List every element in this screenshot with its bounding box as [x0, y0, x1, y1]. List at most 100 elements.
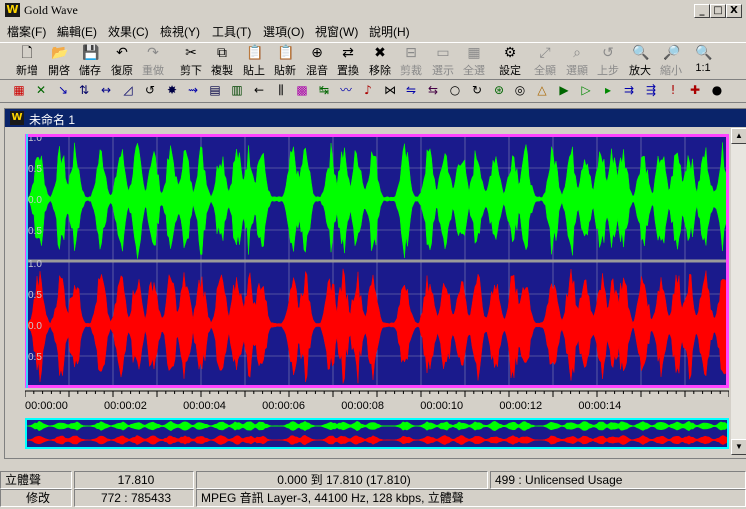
waveform-canvas[interactable]: 1.00.50.00.51.00.50.00.5 — [24, 133, 729, 388]
replace-icon: ⇄ — [342, 45, 354, 61]
toolbar-button-settings[interactable]: ⚙ 設定 — [493, 45, 527, 78]
toolbar-button-delete[interactable]: ✖ 移除 — [363, 45, 397, 78]
effects-toolbar: ▦ ✕ ↘ ⇅ ↔ ◿ ↺ ✸ ⇝ ▤ ▥ ← ⫼ ▩ ↹ 〰 ♪ ⋈ ⇋ ⇆ ○ ↻ ⊛ ◎ △ ▶ ▷ ▸ ⇉ ⇶! ✚ ● — [0, 78, 746, 103]
menu-view[interactable]: 檢視(Y) — [160, 23, 200, 40]
flanger-icon[interactable]: 〰 — [337, 81, 355, 99]
main-toolbar: 🗋 新增 📂 開啓 💾 儲存 ↶ 復原 ↷ 重做 ✂ 剪下 ⧉ 複製 📋 貼上 📋 貼新 ⊕ 混音 ⇄ 置換 ✖ 移除 ⊟ 剪裁 ▭… — [0, 42, 746, 80]
dynamics-icon[interactable]: ⇶ — [642, 81, 660, 99]
scroll-down-arrow-icon[interactable]: ▼ — [731, 439, 746, 455]
amplitude-tick-label: 0.0 — [28, 195, 42, 206]
minimize-button[interactable]: _ — [694, 4, 710, 18]
status-selection: 0.000 到 17.810 (17.810) — [196, 471, 488, 489]
overview-bar[interactable] — [24, 418, 730, 449]
toolbar-button-replace[interactable]: ⇄ 置換 — [331, 45, 365, 78]
toolbar-button-zoom-in[interactable]: 🔍 放大 — [623, 45, 657, 78]
toolbar-button-save[interactable]: 💾 儲存 — [73, 45, 107, 78]
menu-help[interactable]: 說明(H) — [369, 23, 410, 40]
toolbar-button-new-file[interactable]: 🗋 新增 — [10, 45, 44, 78]
scroll-up-arrow-icon[interactable]: ▲ — [731, 128, 746, 144]
toolbar-button-zoom-1-1[interactable]: 🔍 1:1 — [686, 45, 720, 77]
toolbar-button-undo[interactable]: ↶ 復原 — [105, 45, 139, 78]
noise-icon[interactable]: ▩ — [293, 81, 311, 99]
toolbar-button-mix[interactable]: ⊕ 混音 — [300, 45, 334, 78]
toolbar-button-label: 全顯 — [534, 65, 556, 77]
time-ruler: 00:00:00 00:00:02 00:00:04 00:00:06 00:00:08… — [24, 390, 730, 414]
offset-icon[interactable]: ↹ — [315, 81, 333, 99]
toolbar-button-label: 復原 — [111, 65, 133, 77]
reverse-icon[interactable]: ⇋ — [402, 81, 420, 99]
waveform-display[interactable]: 1.0 0.5 0.0 0.5 1.0 0.5 0.0 0.5 — [24, 133, 729, 388]
zoom-all-icon: ⤢ — [539, 45, 551, 61]
toolbar-button-zoom-all[interactable]: ⤢ 全顯 — [528, 45, 562, 78]
toolbar-button-scissors[interactable]: ✂ 剪下 — [174, 45, 208, 78]
spectrum-icon[interactable]: ▥ — [228, 81, 246, 99]
copy-icon: ⧉ — [217, 45, 227, 61]
toolbar-button-select-all[interactable]: ▦ 全選 — [457, 45, 491, 78]
toolbar-button-copy[interactable]: ⧉ 複製 — [205, 45, 239, 78]
silence-icon[interactable]: △ — [533, 81, 551, 99]
shield-icon[interactable]: ● — [708, 81, 726, 99]
toolbar-button-label: 置換 — [337, 65, 359, 77]
invert-icon[interactable]: ◎ — [511, 81, 529, 99]
toolbar-button-zoom-selection[interactable]: ⌕ 選顯 — [560, 45, 594, 78]
document-window: W 未命名 1 1.0 0.5 0.0 0.5 1.0 0.5 0.0 0.5 00:00:0… — [4, 108, 746, 459]
amplitude-tick-label: 1.0 — [28, 259, 42, 270]
menu-tools[interactable]: 工具(T) — [212, 23, 251, 40]
menu-edit[interactable]: 編輯(E) — [57, 23, 97, 40]
marker-icon[interactable]: ○ — [446, 81, 464, 99]
amplitude-tick-label: 0.5 — [28, 290, 42, 301]
mechanize-icon[interactable]: ⋈ — [381, 81, 399, 99]
toolbar-button-label: 選示 — [432, 65, 454, 77]
mute-icon[interactable]: ✕ — [32, 81, 50, 99]
stereo-icon[interactable]: ⇅ — [75, 81, 93, 99]
fade-in-icon[interactable]: ↘ — [54, 81, 72, 99]
insert-silence-icon[interactable]: ⇉ — [620, 81, 638, 99]
equalizer-icon[interactable]: ▤ — [206, 81, 224, 99]
volume-icon[interactable]: ↔ — [97, 81, 115, 99]
menu-bar: 檔案(F) 編輯(E) 效果(C) 檢視(Y) 工具(T) 選項(O) 視窗(W… — [0, 21, 746, 41]
toolbar-button-paste[interactable]: 📋 貼上 — [237, 45, 271, 78]
menu-file[interactable]: 檔案(F) — [7, 23, 46, 40]
zoom-out-icon: 🔎 — [663, 45, 681, 61]
loop-icon[interactable]: ↺ — [141, 81, 159, 99]
fade-icon[interactable]: ◿ — [119, 81, 137, 99]
channel-icon[interactable]: ▦ — [10, 81, 28, 99]
play-icon[interactable]: ▸ — [599, 81, 617, 99]
time-label: 00:00:04 — [183, 400, 226, 412]
resample-icon[interactable]: ⫼ — [272, 81, 290, 99]
toolbar-button-open-folder[interactable]: 📂 開啓 — [42, 45, 76, 78]
toolbar-button-zoom-out[interactable]: 🔎 縮小 — [654, 45, 688, 78]
pitch-icon[interactable]: ♪ — [359, 81, 377, 99]
close-button[interactable]: X — [726, 4, 742, 18]
settings-icon: ⚙ — [503, 45, 517, 61]
alert-icon[interactable]: ! — [664, 81, 682, 99]
status-channels: 立體聲 — [0, 471, 72, 489]
toolbar-button-paste-new[interactable]: 📋 貼新 — [268, 45, 302, 78]
menu-window[interactable]: 視窗(W) — [315, 23, 358, 40]
toolbar-button-redo[interactable]: ↷ 重做 — [136, 45, 170, 78]
playback-rate-icon[interactable]: ▶ — [555, 81, 573, 99]
redo-icon: ↷ — [147, 45, 159, 61]
status-state: 修改 — [0, 489, 72, 507]
select-view-icon: ▭ — [436, 45, 450, 61]
new-file-icon: 🗋 — [21, 45, 33, 61]
maximize-button[interactable]: □ — [710, 4, 726, 18]
toolbar-button-select-view[interactable]: ▭ 選示 — [426, 45, 460, 78]
back-arrow-icon[interactable]: ← — [250, 81, 268, 99]
time-warp-icon[interactable]: ↻ — [468, 81, 486, 99]
menu-options[interactable]: 選項(O) — [263, 23, 304, 40]
toolbar-button-label: 縮小 — [660, 65, 682, 77]
filter-icon[interactable]: ✸ — [163, 81, 181, 99]
toolbar-button-label: 混音 — [306, 65, 328, 77]
toolbar-button-label: 貼新 — [274, 65, 296, 77]
doppler-icon[interactable]: ⇆ — [424, 81, 442, 99]
toolbar-button-zoom-previous[interactable]: ↺ 上步 — [591, 45, 625, 78]
vertical-scrollbar[interactable]: ▲ ▼ — [731, 128, 746, 455]
transpose-icon[interactable]: ▷ — [577, 81, 595, 99]
repair-icon[interactable]: ✚ — [686, 81, 704, 99]
menu-effects[interactable]: 效果(C) — [108, 23, 149, 40]
toolbar-button-trim[interactable]: ⊟ 剪裁 — [394, 45, 428, 78]
compressor-icon[interactable]: ⊛ — [490, 81, 508, 99]
overview-canvas[interactable] — [24, 418, 730, 449]
echo-icon[interactable]: ⇝ — [184, 81, 202, 99]
